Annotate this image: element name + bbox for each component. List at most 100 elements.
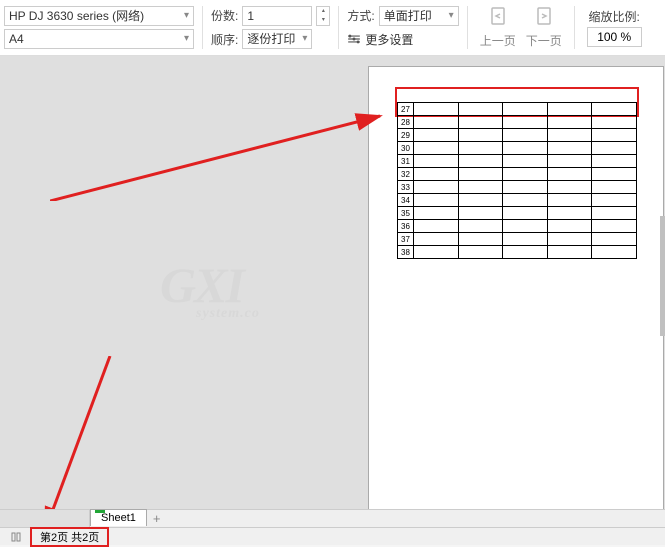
- prev-page-button[interactable]: 上一页: [480, 6, 516, 49]
- table-cell: [592, 168, 637, 181]
- add-sheet-button[interactable]: +: [147, 511, 167, 526]
- table-cell: [414, 233, 459, 246]
- table-cell: [547, 207, 592, 220]
- row-number-cell: 37: [398, 233, 414, 246]
- table-cell: [458, 246, 503, 259]
- duplex-label: 方式:: [347, 7, 374, 24]
- zoom-input[interactable]: 100 %: [587, 27, 642, 47]
- chevron-down-icon: ▾: [449, 7, 454, 25]
- sheet-tab[interactable]: Sheet1: [90, 509, 147, 526]
- separator: [467, 6, 468, 49]
- settings-icon: [347, 32, 361, 46]
- next-page-button[interactable]: 下一页: [526, 6, 562, 49]
- row-number-cell: 27: [398, 103, 414, 116]
- table-cell: [547, 142, 592, 155]
- printer-select[interactable]: HP DJ 3630 series (网络) ▾: [4, 6, 194, 26]
- table-cell: [592, 220, 637, 233]
- table-cell: [503, 233, 548, 246]
- table-cell: [592, 116, 637, 129]
- zoom-value: 100 %: [597, 30, 631, 44]
- table-cell: [503, 142, 548, 155]
- table-cell: [503, 220, 548, 233]
- separator: [574, 6, 575, 49]
- duplex-select[interactable]: 单面打印 ▾: [379, 6, 459, 26]
- copies-spinner[interactable]: ▴ ▾: [316, 6, 330, 26]
- table-cell: [503, 103, 548, 116]
- row-number-cell: 31: [398, 155, 414, 168]
- table-cell: [592, 103, 637, 116]
- watermark-main: GXI: [160, 257, 243, 313]
- table-cell: [458, 168, 503, 181]
- more-settings-label: 更多设置: [365, 31, 413, 48]
- table-cell: [458, 233, 503, 246]
- preview-page: 272829303132333435363738: [368, 66, 664, 509]
- scrollbar-thumb[interactable]: [660, 216, 665, 336]
- table-cell: [458, 116, 503, 129]
- copies-label: 份数:: [211, 7, 238, 24]
- paper-value: A4: [9, 30, 24, 48]
- table-cell: [458, 220, 503, 233]
- table-cell: [414, 129, 459, 142]
- chevron-down-icon: ▾: [302, 30, 307, 48]
- print-toolbar: HP DJ 3630 series (网络) ▾ A4 ▾ 份数: 1 ▴ ▾ …: [0, 0, 665, 56]
- copies-input[interactable]: 1: [242, 6, 312, 26]
- table-cell: [414, 155, 459, 168]
- table-cell: [458, 142, 503, 155]
- table-cell: [414, 194, 459, 207]
- table-cell: [458, 194, 503, 207]
- table-cell: [547, 233, 592, 246]
- more-settings-button[interactable]: 更多设置: [347, 28, 458, 50]
- table-cell: [458, 155, 503, 168]
- table-cell: [458, 129, 503, 142]
- preview-table: 272829303132333435363738: [397, 102, 637, 259]
- row-number-cell: 36: [398, 220, 414, 233]
- order-label: 顺序:: [211, 31, 238, 48]
- row-number-cell: 29: [398, 129, 414, 142]
- copies-value: 1: [247, 7, 254, 25]
- table-cell: [414, 116, 459, 129]
- duplex-value: 单面打印: [384, 7, 432, 25]
- table-cell: [547, 168, 592, 181]
- order-value: 逐份打印: [247, 30, 295, 48]
- next-page-label: 下一页: [526, 32, 562, 49]
- page-next-icon: [534, 6, 554, 30]
- table-cell: [547, 246, 592, 259]
- table-cell: [592, 233, 637, 246]
- table-cell: [414, 142, 459, 155]
- paper-size-select[interactable]: A4 ▾: [4, 29, 194, 49]
- table-cell: [458, 207, 503, 220]
- sheet-tab-bar: Sheet1 +: [0, 509, 665, 527]
- row-number-cell: 30: [398, 142, 414, 155]
- table-cell: [592, 155, 637, 168]
- table-cell: [503, 116, 548, 129]
- table-cell: [592, 246, 637, 259]
- chevron-down-icon: ▾: [317, 16, 329, 25]
- row-number-cell: 38: [398, 246, 414, 259]
- sheet-tab-label: Sheet1: [101, 512, 136, 524]
- row-number-cell: 32: [398, 168, 414, 181]
- row-number-cell: 33: [398, 181, 414, 194]
- table-cell: [503, 194, 548, 207]
- book-icon: [10, 531, 22, 543]
- table-cell: [414, 220, 459, 233]
- table-cell: [503, 155, 548, 168]
- table-cell: [547, 103, 592, 116]
- order-select[interactable]: 逐份打印 ▾: [242, 29, 312, 49]
- table-cell: [503, 181, 548, 194]
- separator: [202, 6, 203, 49]
- table-cell: [414, 207, 459, 220]
- prev-page-label: 上一页: [480, 32, 516, 49]
- annotation-arrow: [40, 356, 120, 509]
- page-status-highlight: 第2页 共2页: [30, 527, 109, 547]
- table-cell: [503, 129, 548, 142]
- table-cell: [547, 181, 592, 194]
- page-prev-icon: [488, 6, 508, 30]
- table-cell: [592, 129, 637, 142]
- watermark: GXI system.co: [160, 256, 260, 322]
- tab-nav-area[interactable]: [0, 510, 90, 527]
- chevron-down-icon: ▾: [184, 7, 189, 25]
- separator: [338, 6, 339, 49]
- table-cell: [592, 181, 637, 194]
- chevron-down-icon: ▾: [184, 30, 189, 48]
- table-cell: [547, 116, 592, 129]
